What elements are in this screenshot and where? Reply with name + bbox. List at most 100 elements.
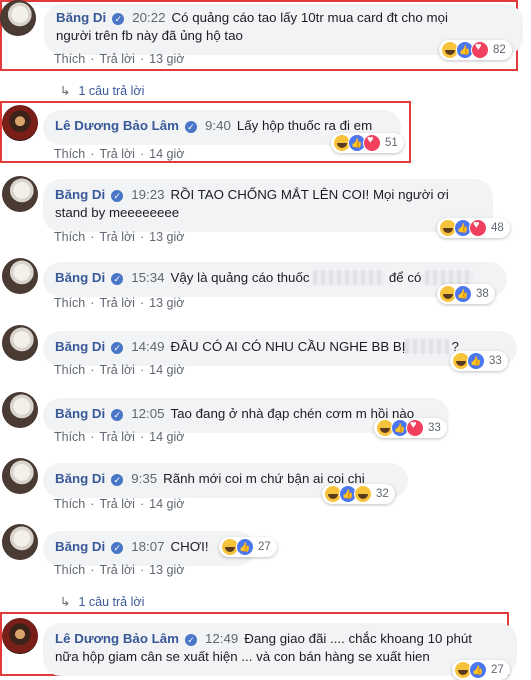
comment-age[interactable]: 14 giờ <box>149 147 184 161</box>
reply-link[interactable]: Trả lời <box>99 430 135 444</box>
comment-age[interactable]: 14 giờ <box>149 363 184 377</box>
haha-icon <box>354 485 372 503</box>
reply-link[interactable]: Trả lời <box>99 230 135 244</box>
reply-arrow-icon: ↳ <box>60 84 71 98</box>
comment-age[interactable]: 13 giờ <box>149 563 184 577</box>
comment-time: 19:23 <box>131 187 165 202</box>
verified-icon: ✓ <box>112 13 125 25</box>
comment-age[interactable]: 13 giờ <box>149 230 184 244</box>
verified-icon: ✓ <box>111 190 124 202</box>
love-icon <box>469 219 487 237</box>
reactions-summary[interactable]: 👍 38 <box>437 284 495 304</box>
like-link[interactable]: Thích <box>54 363 85 377</box>
comment-text: CHƠI! <box>170 539 209 554</box>
reactions-summary[interactable]: 👍 27 <box>219 537 277 557</box>
love-icon <box>471 41 489 59</box>
comment-actions: Thích · Trả lời · 13 giờ <box>54 52 184 66</box>
comment-actions: Thích · Trả lời · 14 giờ <box>54 147 184 161</box>
dot-separator: · <box>139 52 145 66</box>
view-replies-link[interactable]: ↳ 1 câu trả lời <box>60 83 144 98</box>
like-link[interactable]: Thích <box>54 563 85 577</box>
comment-text-line2: stand by meeeeeeee <box>55 205 180 220</box>
reactions-summary[interactable]: 👍82 <box>439 40 512 60</box>
comment-actions: Thích · Trả lời · 13 giờ <box>54 296 184 310</box>
avatar[interactable] <box>2 618 38 654</box>
commenter-name[interactable]: Băng Di <box>55 187 105 202</box>
dot-separator: · <box>90 52 95 66</box>
comment-time: 12:05 <box>131 406 165 421</box>
like-link[interactable]: Thích <box>54 296 85 310</box>
reaction-count: 27 <box>491 664 504 676</box>
reaction-count: 33 <box>428 422 441 434</box>
avatar[interactable] <box>2 105 38 141</box>
reactions-summary[interactable]: 👍33 <box>374 418 447 438</box>
avatar[interactable] <box>2 524 38 560</box>
commenter-name[interactable]: Lê Dương Bảo Lâm <box>55 118 179 133</box>
dot-separator: · <box>139 230 145 244</box>
redacted-text <box>313 270 386 285</box>
avatar[interactable] <box>2 458 38 494</box>
dot-separator: · <box>139 430 145 444</box>
reactions-summary[interactable]: 👍 32 <box>322 484 395 504</box>
comment-time: 12:49 <box>205 631 239 646</box>
commenter-name[interactable]: Băng Di <box>56 10 106 25</box>
like-link[interactable]: Thích <box>54 497 85 511</box>
comment-time: 20:22 <box>132 10 166 25</box>
dot-separator: · <box>90 563 95 577</box>
reactions-summary[interactable]: 👍48 <box>437 218 510 238</box>
reply-link[interactable]: Trả lời <box>99 296 135 310</box>
commenter-name[interactable]: Băng Di <box>55 339 105 354</box>
reactions-summary[interactable]: 👍51 <box>331 133 404 153</box>
like-link[interactable]: Thích <box>54 52 85 66</box>
comment-time: 14:49 <box>131 339 165 354</box>
commenter-name[interactable]: Lê Dương Bảo Lâm <box>55 631 179 646</box>
like-icon: 👍 <box>454 285 472 303</box>
commenter-name[interactable]: Băng Di <box>55 406 105 421</box>
like-link[interactable]: Thích <box>54 147 85 161</box>
like-icon: 👍 <box>236 538 254 556</box>
reply-link[interactable]: Trả lời <box>99 52 135 66</box>
avatar[interactable] <box>2 325 38 361</box>
comment-text: RỒI TAO CHỐNG MẮT LÊN COI! Mọi người ơi <box>170 187 449 202</box>
comment-time: 9:35 <box>131 471 158 486</box>
view-replies-link[interactable]: ↳ 1 câu trả lời <box>60 594 144 609</box>
comment-age[interactable]: 13 giờ <box>149 52 184 66</box>
like-icon: 👍 <box>467 352 485 370</box>
reaction-count: 38 <box>476 288 489 300</box>
comment-text: Vậy là quảng cáo thuốc <box>170 270 310 285</box>
like-link[interactable]: Thích <box>54 230 85 244</box>
verified-icon: ✓ <box>111 542 124 554</box>
dot-separator: · <box>139 497 145 511</box>
commenter-name[interactable]: Băng Di <box>55 471 105 486</box>
verified-icon: ✓ <box>185 634 197 646</box>
reaction-count: 32 <box>376 488 389 500</box>
comment-age[interactable]: 14 giờ <box>149 430 184 444</box>
avatar[interactable] <box>2 258 38 294</box>
verified-icon: ✓ <box>111 474 124 486</box>
comment-time: 9:40 <box>205 118 231 133</box>
comment-text-line2: người trên fb này đã ủng hộ tao <box>56 28 243 43</box>
dot-separator: · <box>90 147 95 161</box>
like-link[interactable]: Thích <box>54 430 85 444</box>
comment-age[interactable]: 14 giờ <box>149 497 184 511</box>
love-icon <box>406 419 424 437</box>
comment-age[interactable]: 13 giờ <box>149 296 184 310</box>
reactions-summary[interactable]: 👍 27 <box>452 660 510 680</box>
comment-bubble: Lê Dương Bảo Lâm ✓ 12:49 Đang giao đãi ....… <box>43 623 517 676</box>
dot-separator: · <box>90 497 95 511</box>
comment-time: 18:07 <box>131 539 165 554</box>
reply-link[interactable]: Trả lời <box>99 563 135 577</box>
reply-link[interactable]: Trả lời <box>99 363 135 377</box>
avatar[interactable] <box>2 392 38 428</box>
reactions-summary[interactable]: 👍33 <box>450 351 508 371</box>
redacted-text <box>405 339 452 354</box>
avatar[interactable] <box>0 0 36 36</box>
dot-separator: · <box>90 296 95 310</box>
comment-actions: Thích · Trả lời · 14 giờ <box>54 497 184 511</box>
commenter-name[interactable]: Băng Di <box>55 270 105 285</box>
dot-separator: · <box>139 147 145 161</box>
reply-link[interactable]: Trả lời <box>99 147 135 161</box>
commenter-name[interactable]: Băng Di <box>55 539 105 554</box>
avatar[interactable] <box>2 176 38 212</box>
reply-link[interactable]: Trả lời <box>99 497 135 511</box>
